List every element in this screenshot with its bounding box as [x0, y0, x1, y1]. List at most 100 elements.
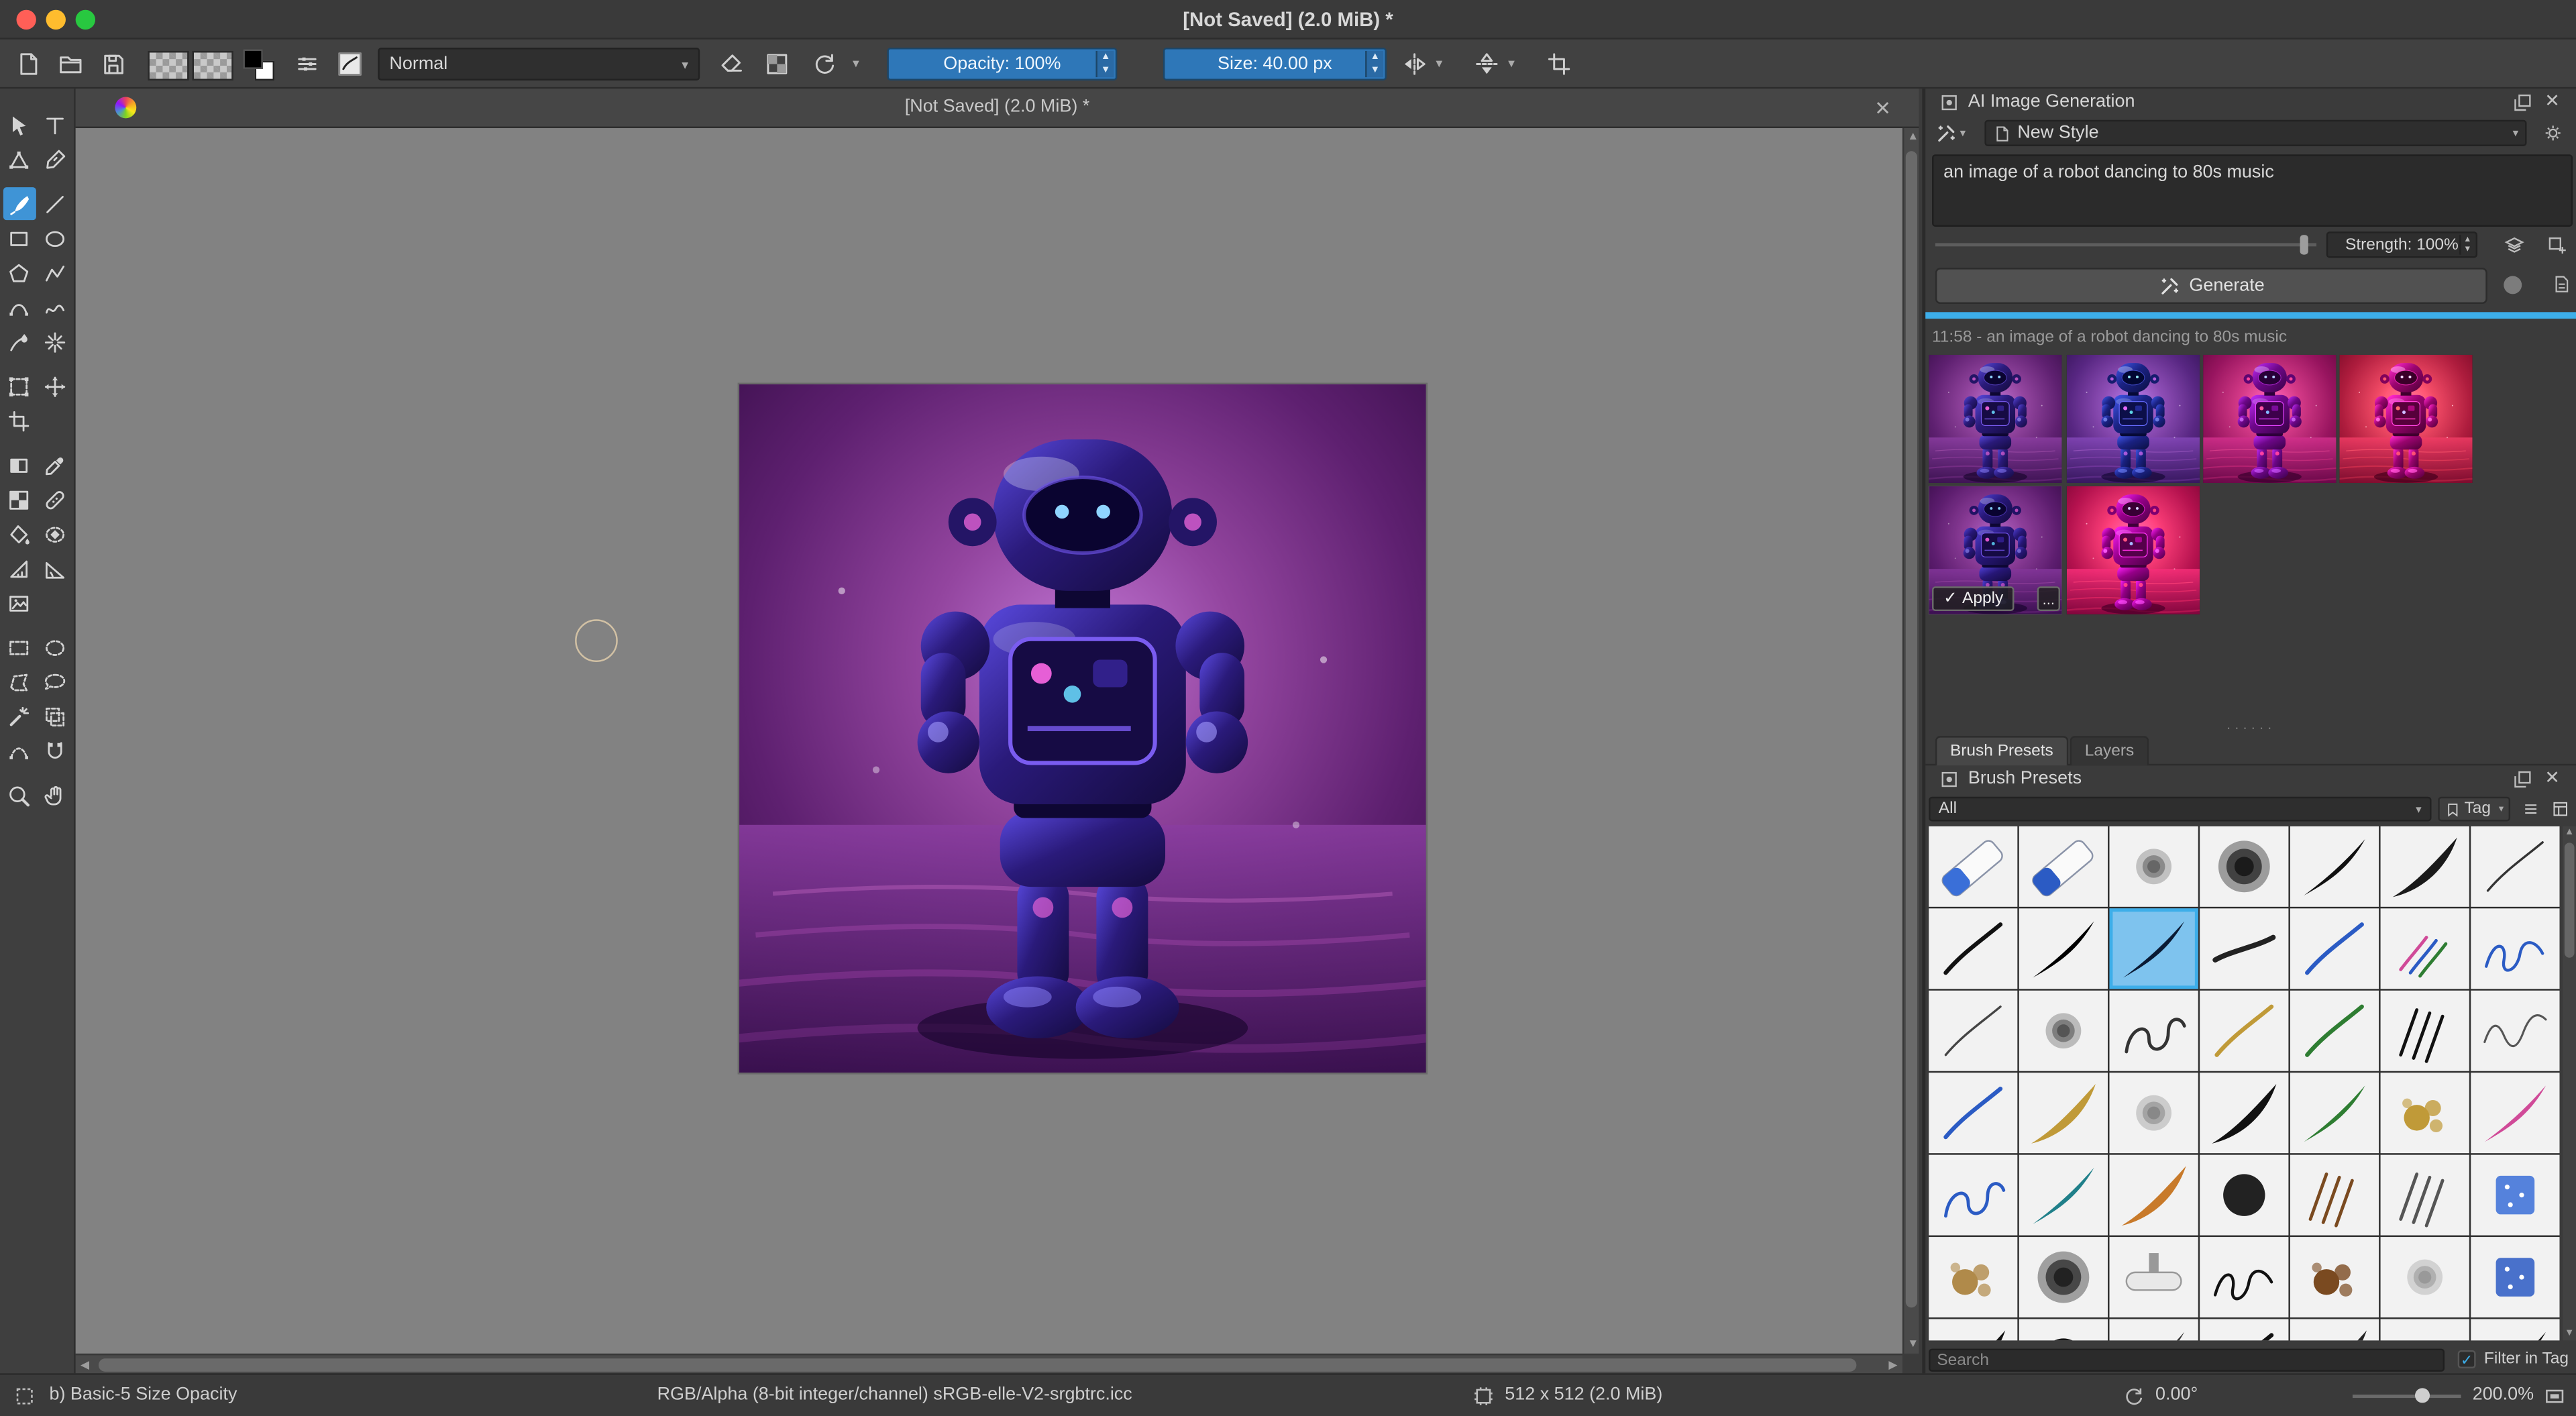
- brush-preset-cell[interactable]: [2471, 990, 2560, 1071]
- brush-size-spinner[interactable]: ▲ ▼: [1365, 50, 1384, 78]
- brush-preset-cell[interactable]: [2019, 826, 2108, 907]
- brush-preset-cell[interactable]: [2380, 1237, 2469, 1318]
- brush-preset-cell[interactable]: [2109, 1073, 2198, 1154]
- tool-polyline[interactable]: [39, 256, 72, 289]
- preset-grid-scrollbar[interactable]: ▲ ▼: [2563, 826, 2576, 1341]
- tool-smart-patch[interactable]: [39, 483, 72, 516]
- zoom-slider[interactable]: [2352, 1395, 2461, 1399]
- float-docker-icon[interactable]: [2512, 92, 2533, 113]
- close-docker-icon[interactable]: ✕: [2542, 769, 2563, 790]
- brush-preset-cell[interactable]: [2200, 908, 2289, 989]
- tool-bezier-curve[interactable]: [3, 290, 36, 323]
- tool-line[interactable]: [39, 187, 72, 220]
- brush-preset-cell[interactable]: [2380, 908, 2469, 989]
- wrap-around-button[interactable]: [1541, 48, 1577, 80]
- tool-move[interactable]: [39, 370, 72, 402]
- generation-settings-button[interactable]: [2550, 273, 2573, 296]
- brush-preset-cell[interactable]: [2471, 1237, 2560, 1318]
- scroll-right-icon[interactable]: ▶: [1888, 1360, 1897, 1372]
- brush-preset-cell[interactable]: [2290, 1319, 2379, 1341]
- tool-rectangle[interactable]: [3, 222, 36, 255]
- brush-preset-cell[interactable]: [2290, 1154, 2379, 1236]
- brush-preset-cell[interactable]: [2109, 1154, 2198, 1236]
- opacity-slider[interactable]: Opacity: 100% ▲ ▼: [887, 48, 1118, 81]
- style-settings-button[interactable]: [2540, 120, 2566, 146]
- tool-pan[interactable]: [39, 779, 72, 812]
- tag-filter-dropdown[interactable]: All ▾: [1929, 796, 2432, 822]
- generated-thumbnail-5[interactable]: ✓ Apply...: [1929, 486, 2062, 614]
- brush-preset-cell[interactable]: [2290, 1073, 2379, 1154]
- mirror-vertical-caret-icon[interactable]: ▾: [1508, 56, 1515, 70]
- brush-preset-cell[interactable]: [2380, 990, 2469, 1071]
- tool-rect-select[interactable]: [3, 631, 36, 663]
- brush-preset-cell[interactable]: [2290, 908, 2379, 989]
- brush-preset-cell[interactable]: [2019, 1154, 2108, 1236]
- brush-size-slider[interactable]: Size: 40.00 px ▲ ▼: [1163, 48, 1387, 81]
- brush-preset-cell[interactable]: [2200, 1319, 2289, 1341]
- tool-reference-images[interactable]: [3, 586, 36, 619]
- generated-thumbnail-2[interactable]: [2066, 354, 2200, 484]
- strength-slider-knob[interactable]: [2300, 235, 2308, 255]
- tool-zoom[interactable]: [3, 779, 36, 812]
- tool-calligraphy[interactable]: [39, 143, 72, 176]
- brush-preset-cell[interactable]: [2109, 1319, 2198, 1341]
- scroll-down-icon[interactable]: ▼: [1907, 1339, 1919, 1350]
- scroll-down-icon[interactable]: ▼: [2565, 1329, 2575, 1339]
- gradient-swatch[interactable]: [148, 50, 189, 81]
- close-document-button[interactable]: ✕: [1870, 95, 1896, 121]
- tool-polygon-select[interactable]: [3, 665, 36, 698]
- tool-freehand-brush[interactable]: [2, 187, 36, 221]
- zoom-level-value[interactable]: 200.0%: [2473, 1384, 2534, 1404]
- scroll-up-icon[interactable]: ▲: [1907, 131, 1919, 143]
- apply-button[interactable]: ✓ Apply: [1932, 586, 2015, 612]
- eraser-mode-button[interactable]: [713, 48, 749, 80]
- tool-polygon[interactable]: [3, 256, 36, 289]
- brush-preset-cell[interactable]: [2109, 990, 2198, 1071]
- tool-similar-select[interactable]: [39, 700, 72, 732]
- close-docker-icon[interactable]: ✕: [2542, 92, 2563, 113]
- blending-mode-dropdown[interactable]: Normal ▾: [378, 48, 700, 81]
- edit-brush-settings-button[interactable]: [289, 48, 325, 80]
- brush-preset-cell[interactable]: [2200, 826, 2289, 907]
- tab-brush-presets[interactable]: Brush Presets: [1935, 736, 2068, 766]
- brush-preset-cell[interactable]: [1929, 990, 2018, 1071]
- brush-preset-cell[interactable]: [2471, 1073, 2560, 1154]
- tool-ellipse[interactable]: [39, 222, 72, 255]
- float-docker-icon[interactable]: [2512, 769, 2533, 790]
- brush-preset-cell[interactable]: [1929, 1319, 2018, 1341]
- search-input[interactable]: [1929, 1348, 2445, 1372]
- list-view-button[interactable]: [2517, 797, 2543, 822]
- tool-freehand-path[interactable]: [39, 290, 72, 323]
- brush-preset-cell[interactable]: [2290, 826, 2379, 907]
- tool-dynamic-brush[interactable]: [3, 325, 36, 358]
- brush-preset-cell[interactable]: [1929, 1237, 2018, 1318]
- mirror-vertical-button[interactable]: [1468, 48, 1505, 80]
- mirror-horizontal-caret-icon[interactable]: ▾: [1436, 56, 1442, 70]
- brush-preset-cell[interactable]: [2471, 826, 2560, 907]
- panel-splitter-handle[interactable]: ······: [1925, 720, 2576, 736]
- style-menu-button[interactable]: ▾: [1932, 120, 1978, 146]
- generated-thumbnail-3[interactable]: [2203, 354, 2337, 484]
- save-document-button[interactable]: [95, 48, 131, 80]
- prompt-input[interactable]: an image of a robot dancing to 80s music: [1932, 154, 2573, 227]
- vertical-scroll-thumb[interactable]: [1905, 151, 1917, 1308]
- brush-preset-cell[interactable]: [1929, 1073, 2018, 1154]
- strength-slider[interactable]: [1935, 243, 2317, 247]
- preserve-alpha-button[interactable]: [759, 48, 795, 80]
- brush-preset-cell[interactable]: [2019, 908, 2108, 989]
- detail-view-button[interactable]: [2546, 797, 2573, 822]
- tool-multibrush[interactable]: [39, 325, 72, 358]
- tool-freehand-select[interactable]: [39, 665, 72, 698]
- brush-preset-cell[interactable]: [2019, 1073, 2108, 1154]
- tool-select-shapes[interactable]: [3, 109, 36, 142]
- canvas-area[interactable]: [75, 128, 1902, 1354]
- tool-bezier-select[interactable]: [3, 734, 36, 767]
- generated-thumbnail-1[interactable]: [1929, 354, 2062, 484]
- generated-thumbnail-6[interactable]: [2066, 486, 2200, 614]
- queue-status-icon[interactable]: [2504, 276, 2522, 294]
- strength-spinbox[interactable]: Strength: 100% ▲ ▼: [2326, 231, 2478, 258]
- vertical-scrollbar[interactable]: ▲ ▼: [1902, 128, 1919, 1354]
- tool-gradient[interactable]: [3, 449, 36, 482]
- tool-measure[interactable]: [39, 552, 72, 585]
- scroll-left-icon[interactable]: ◀: [80, 1360, 89, 1372]
